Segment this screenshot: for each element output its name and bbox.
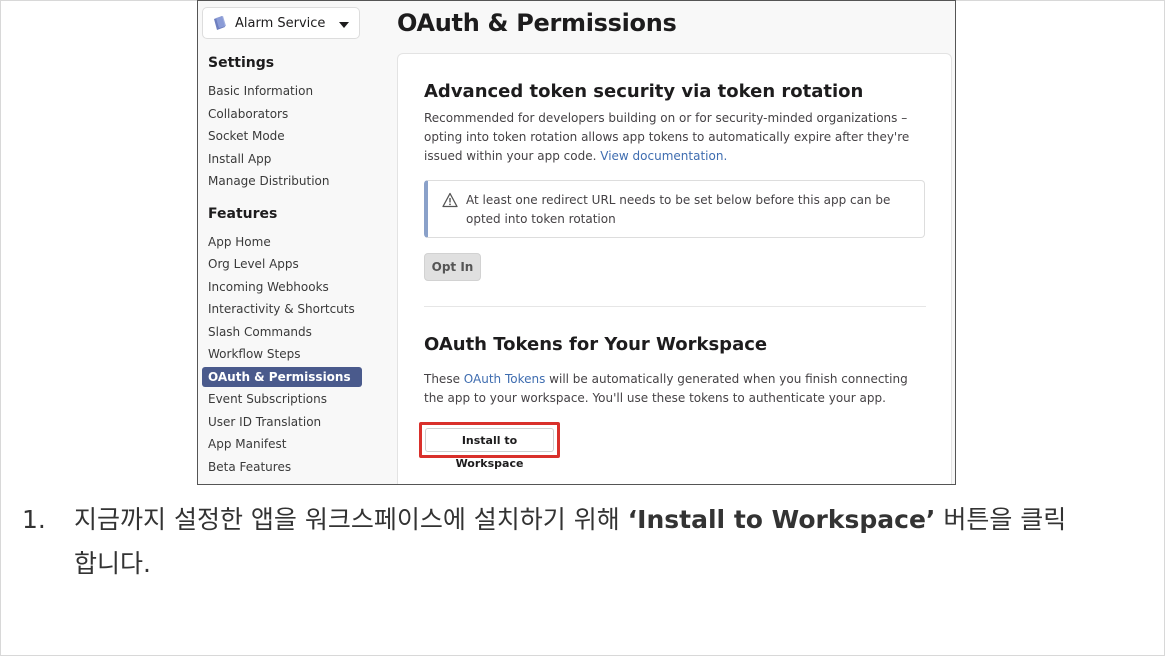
- redirect-url-alert: At least one redirect URL needs to be se…: [424, 180, 925, 238]
- app-name: Alarm Service: [235, 16, 326, 31]
- sidebar-item-interactivity-shortcuts[interactable]: Interactivity & Shortcuts: [202, 299, 362, 319]
- sidebar-item-slash-commands[interactable]: Slash Commands: [202, 322, 362, 342]
- oauth-tokens-link[interactable]: OAuth Tokens: [464, 372, 546, 386]
- screenshot-panel: Alarm Service Settings Basic Information…: [197, 0, 956, 485]
- sidebar-item-app-manifest[interactable]: App Manifest: [202, 434, 362, 454]
- sidebar-item-app-home[interactable]: App Home: [202, 232, 362, 252]
- install-to-workspace-button[interactable]: Install to Workspace: [425, 428, 554, 470]
- warning-icon: [442, 192, 458, 208]
- sidebar-item-beta-features[interactable]: Beta Features: [202, 457, 362, 477]
- step-text-highlight: ‘Install to Workspace’: [627, 505, 936, 534]
- app-selector-dropdown[interactable]: Alarm Service: [202, 7, 360, 39]
- sidebar-item-org-level-apps[interactable]: Org Level Apps: [202, 254, 362, 274]
- alert-text: At least one redirect URL needs to be se…: [466, 193, 891, 226]
- sidebar-item-manage-distribution[interactable]: Manage Distribution: [202, 171, 362, 191]
- features-heading: Features: [208, 206, 278, 222]
- install-highlight-box: Install to Workspace: [419, 422, 560, 470]
- settings-heading: Settings: [208, 55, 275, 71]
- sidebar-item-oauth-permissions[interactable]: OAuth & Permissions: [202, 367, 362, 387]
- oauth-tokens-description: These OAuth Tokens will be automatically…: [424, 370, 929, 408]
- token-rotation-heading: Advanced token security via token rotati…: [424, 81, 864, 102]
- step-text-before: 지금까지 설정한 앱을 워크스페이스에 설치하기 위해: [74, 505, 628, 534]
- page-title: OAuth & Permissions: [397, 9, 677, 37]
- chevron-down-icon: [339, 22, 349, 28]
- sidebar-item-user-id-translation[interactable]: User ID Translation: [202, 412, 362, 432]
- sidebar-item-collaborators[interactable]: Collaborators: [202, 104, 362, 124]
- sidebar-item-basic-information[interactable]: Basic Information: [202, 81, 362, 101]
- oauth-tokens-body-prefix: These: [424, 372, 464, 386]
- sidebar-item-install-app[interactable]: Install App: [202, 149, 362, 169]
- sidebar-item-incoming-webhooks[interactable]: Incoming Webhooks: [202, 277, 362, 297]
- opt-in-button[interactable]: Opt In: [424, 253, 481, 281]
- oauth-tokens-heading: OAuth Tokens for Your Workspace: [424, 334, 768, 355]
- sidebar-item-workflow-steps[interactable]: Workflow Steps: [202, 344, 362, 364]
- oauth-card: Advanced token security via token rotati…: [397, 53, 952, 484]
- step-number: 1.: [22, 505, 46, 534]
- sidebar-item-event-subscriptions[interactable]: Event Subscriptions: [202, 389, 362, 409]
- app-icon: [214, 16, 226, 30]
- view-documentation-link[interactable]: View documentation.: [600, 149, 727, 163]
- sidebar-item-socket-mode[interactable]: Socket Mode: [202, 126, 362, 146]
- step-text: 지금까지 설정한 앱을 워크스페이스에 설치하기 위해 ‘Install to …: [74, 498, 1074, 586]
- token-rotation-description: Recommended for developers building on o…: [424, 109, 929, 166]
- section-divider: [424, 306, 926, 307]
